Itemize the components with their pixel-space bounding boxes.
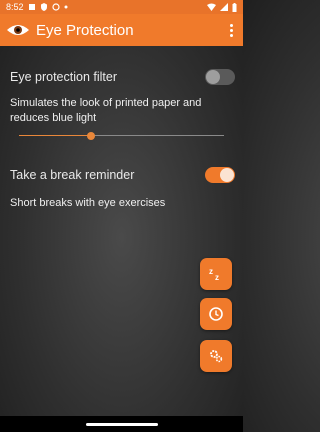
filter-switch[interactable] bbox=[205, 69, 235, 85]
app-title: Eye Protection bbox=[36, 21, 134, 39]
break-reminder-description: Short breaks with eye exercises bbox=[10, 197, 166, 209]
slider-fill bbox=[19, 135, 91, 136]
dot-icon bbox=[64, 5, 68, 9]
filter-description: Simulates the look of printed paper and … bbox=[10, 97, 202, 124]
schedule-button[interactable] bbox=[200, 298, 232, 330]
svg-text:z: z bbox=[209, 267, 213, 276]
break-reminder-toggle-row[interactable]: Take a break reminder bbox=[10, 166, 235, 184]
svg-text:z: z bbox=[215, 273, 219, 282]
notification-icon bbox=[28, 4, 35, 10]
battery-icon bbox=[232, 2, 237, 12]
sync-icon bbox=[51, 3, 60, 11]
filter-title: Eye protection filter bbox=[10, 70, 117, 84]
eye-logo-icon bbox=[7, 25, 29, 35]
app-bar: Eye Protection bbox=[0, 14, 243, 46]
filter-toggle-row[interactable]: Eye protection filter bbox=[10, 68, 235, 86]
status-right bbox=[207, 2, 237, 12]
break-reminder-switch[interactable] bbox=[205, 167, 235, 183]
settings-gears-icon bbox=[210, 350, 223, 363]
status-bar: 8:52 bbox=[0, 0, 243, 14]
sleep-icon: z z bbox=[209, 267, 219, 282]
home-gesture-handle[interactable] bbox=[85, 422, 158, 426]
settings-button[interactable] bbox=[200, 340, 232, 372]
slider-thumb[interactable] bbox=[86, 132, 95, 140]
navigation-bar bbox=[0, 416, 243, 432]
signal-icon bbox=[220, 3, 228, 11]
status-time: 8:52 bbox=[6, 2, 24, 12]
clock-icon bbox=[209, 307, 223, 321]
sleep-button[interactable]: z z bbox=[200, 258, 232, 290]
wifi-icon bbox=[207, 3, 216, 11]
break-reminder-title: Take a break reminder bbox=[10, 168, 135, 182]
status-left: 8:52 bbox=[6, 2, 68, 12]
shield-icon bbox=[40, 3, 47, 11]
filter-intensity-slider[interactable] bbox=[19, 131, 224, 141]
overflow-menu-icon[interactable] bbox=[225, 20, 237, 40]
